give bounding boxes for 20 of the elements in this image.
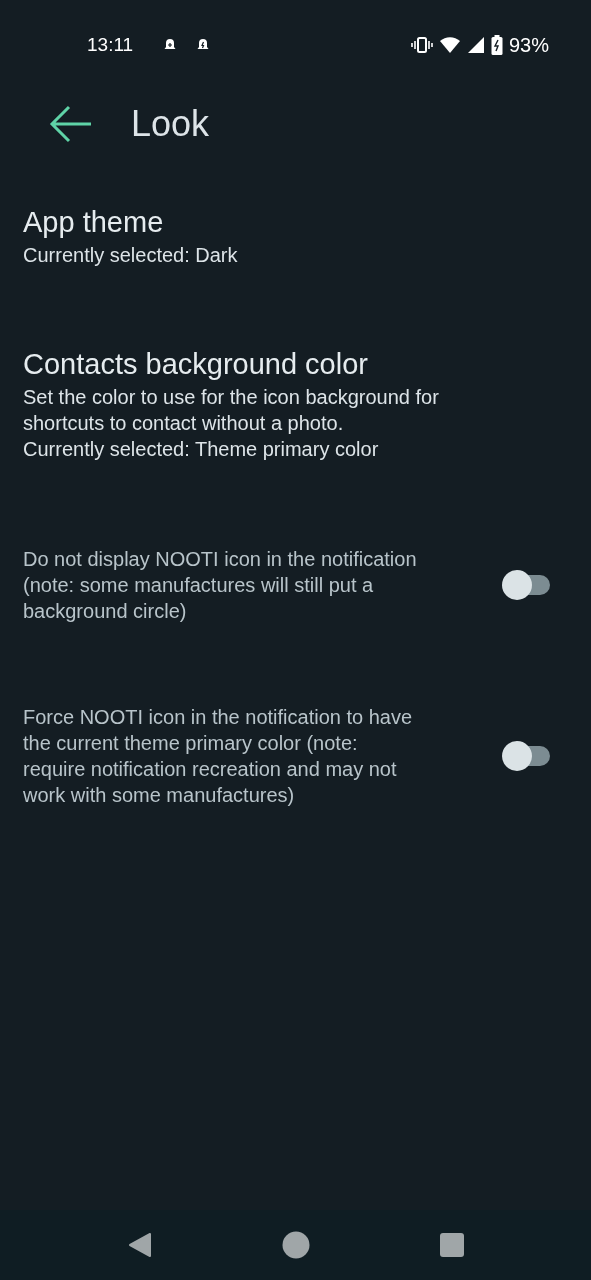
notification-bell-icon (163, 38, 178, 52)
screen-title: Look (131, 102, 210, 146)
vibrate-icon (410, 37, 433, 53)
battery-percent: 93% (508, 33, 549, 58)
battery-icon (490, 35, 503, 55)
notification-bell-icon (196, 38, 211, 52)
preference-title: App theme (23, 205, 165, 240)
preference-summary: Force NOOTI icon in the notification to have the current theme primary color (note: require notification recreation and may not work with some manufactures) (23, 705, 414, 808)
preference-summary: Set the color to use for the icon background for shortcuts to contact without a photo. Currently selected: Theme primary color (23, 385, 440, 462)
preference-summary: Do not display NOOTI icon in the notification (note: some manufactures will still put a background circle) (23, 547, 418, 624)
back-arrow-icon (49, 104, 93, 144)
nav-recents-icon[interactable] (439, 1233, 464, 1257)
preference-summary: Currently selected: Dark (23, 243, 238, 268)
signal-icon (466, 36, 485, 54)
wifi-icon (438, 36, 461, 54)
nav-back-icon[interactable] (127, 1232, 152, 1258)
toggle-switch[interactable] (502, 742, 552, 770)
toggle-switch[interactable] (502, 571, 552, 599)
status-time: 13:11 (87, 32, 134, 57)
nav-home-icon[interactable] (281, 1231, 310, 1259)
